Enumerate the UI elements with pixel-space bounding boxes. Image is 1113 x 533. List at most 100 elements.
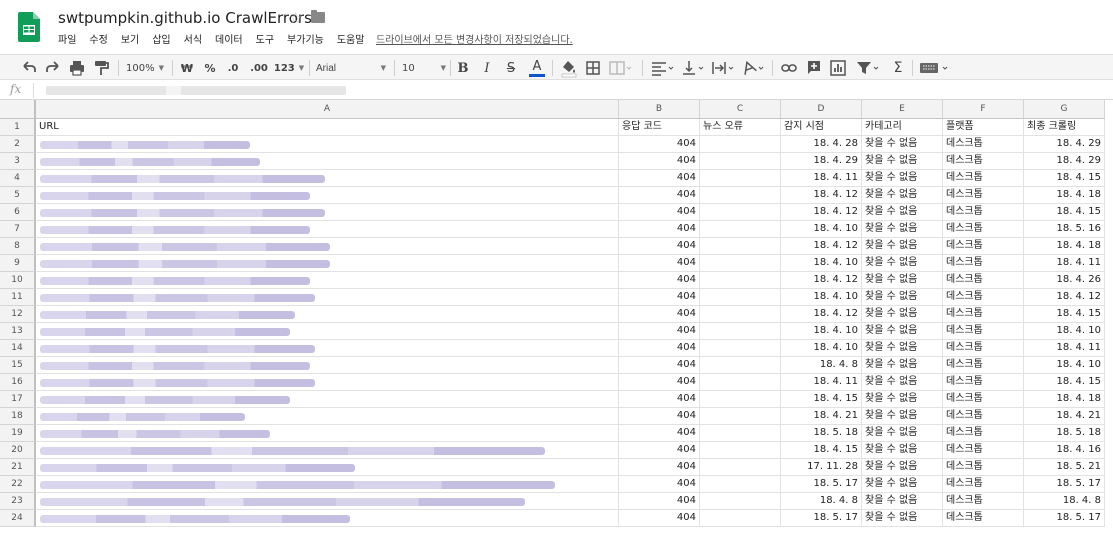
- table-cell[interactable]: 18. 5. 17: [781, 476, 862, 493]
- table-cell[interactable]: [700, 221, 781, 238]
- table-cell[interactable]: 데스크톱: [943, 255, 1024, 272]
- table-cell[interactable]: 18. 5. 17: [1024, 476, 1105, 493]
- header-cell[interactable]: URL: [36, 119, 619, 136]
- url-cell[interactable]: [36, 238, 619, 255]
- table-cell[interactable]: 18. 4. 10: [781, 255, 862, 272]
- italic-button[interactable]: I: [480, 58, 494, 78]
- table-cell[interactable]: 찾을 수 없음: [862, 153, 943, 170]
- table-cell[interactable]: 찾을 수 없음: [862, 136, 943, 153]
- row-header[interactable]: 11: [0, 289, 36, 306]
- strikethrough-button[interactable]: S: [504, 58, 518, 78]
- menu-item[interactable]: 부가기능: [287, 31, 324, 46]
- table-cell[interactable]: 18. 5. 17: [1024, 510, 1105, 527]
- table-cell[interactable]: [700, 493, 781, 510]
- table-cell[interactable]: 404: [619, 340, 700, 357]
- row-header[interactable]: 18: [0, 408, 36, 425]
- row-header[interactable]: 21: [0, 459, 36, 476]
- table-cell[interactable]: 찾을 수 없음: [862, 340, 943, 357]
- decrease-decimal-button[interactable]: .0: [224, 58, 242, 78]
- row-header[interactable]: 19: [0, 425, 36, 442]
- table-cell[interactable]: 찾을 수 없음: [862, 510, 943, 527]
- table-cell[interactable]: 데스크톱: [943, 425, 1024, 442]
- saved-status[interactable]: 드라이브에서 모든 변경사항이 저장되었습니다.: [376, 31, 573, 46]
- table-cell[interactable]: 찾을 수 없음: [862, 238, 943, 255]
- row-header[interactable]: 13: [0, 323, 36, 340]
- table-cell[interactable]: 404: [619, 323, 700, 340]
- row-header[interactable]: 7: [0, 221, 36, 238]
- table-cell[interactable]: [700, 136, 781, 153]
- table-cell[interactable]: 찾을 수 없음: [862, 289, 943, 306]
- row-header[interactable]: 1: [0, 119, 36, 136]
- percent-button[interactable]: %: [203, 58, 217, 78]
- font-select[interactable]: Arial ▼: [316, 58, 386, 78]
- text-color-button[interactable]: A: [528, 58, 546, 78]
- url-cell[interactable]: [36, 221, 619, 238]
- table-cell[interactable]: 404: [619, 306, 700, 323]
- header-cell[interactable]: 카테고리: [862, 119, 943, 136]
- table-cell[interactable]: 18. 4. 11: [1024, 340, 1105, 357]
- table-cell[interactable]: 18. 4. 21: [1024, 408, 1105, 425]
- url-cell[interactable]: [36, 459, 619, 476]
- table-cell[interactable]: [700, 510, 781, 527]
- menu-item[interactable]: 보기: [121, 31, 139, 46]
- table-cell[interactable]: 데스크톱: [943, 221, 1024, 238]
- url-cell[interactable]: [36, 289, 619, 306]
- url-cell[interactable]: [36, 510, 619, 527]
- column-header-g[interactable]: G: [1024, 100, 1105, 119]
- table-cell[interactable]: [700, 204, 781, 221]
- table-cell[interactable]: [700, 391, 781, 408]
- url-cell[interactable]: [36, 153, 619, 170]
- table-cell[interactable]: 18. 4. 16: [1024, 442, 1105, 459]
- row-header[interactable]: 15: [0, 357, 36, 374]
- table-cell[interactable]: 404: [619, 408, 700, 425]
- font-size-select[interactable]: 10 ▼: [402, 58, 446, 78]
- table-cell[interactable]: 데스크톱: [943, 391, 1024, 408]
- table-cell[interactable]: 데스크톱: [943, 493, 1024, 510]
- url-cell[interactable]: [36, 442, 619, 459]
- url-cell[interactable]: [36, 340, 619, 357]
- url-cell[interactable]: [36, 493, 619, 510]
- table-cell[interactable]: 데스크톱: [943, 476, 1024, 493]
- table-cell[interactable]: 찾을 수 없음: [862, 493, 943, 510]
- table-cell[interactable]: 404: [619, 289, 700, 306]
- table-cell[interactable]: 찾을 수 없음: [862, 170, 943, 187]
- borders-icon[interactable]: [584, 58, 602, 78]
- table-cell[interactable]: 18. 4. 12: [781, 204, 862, 221]
- menu-item[interactable]: 수정: [89, 31, 107, 46]
- vertical-align-icon[interactable]: [680, 58, 706, 78]
- row-header[interactable]: 14: [0, 340, 36, 357]
- menu-item[interactable]: 도움말: [337, 31, 365, 46]
- redo-icon[interactable]: [44, 58, 62, 78]
- table-cell[interactable]: 18. 4. 10: [1024, 323, 1105, 340]
- undo-icon[interactable]: [20, 58, 38, 78]
- table-cell[interactable]: 404: [619, 204, 700, 221]
- table-cell[interactable]: 404: [619, 272, 700, 289]
- merge-cells-icon[interactable]: [608, 58, 634, 78]
- row-header[interactable]: 17: [0, 391, 36, 408]
- table-cell[interactable]: 18. 4. 21: [781, 408, 862, 425]
- table-cell[interactable]: 데스크톱: [943, 204, 1024, 221]
- table-cell[interactable]: 18. 4. 18: [1024, 238, 1105, 255]
- table-cell[interactable]: 18. 4. 29: [1024, 136, 1105, 153]
- url-cell[interactable]: [36, 391, 619, 408]
- table-cell[interactable]: [700, 374, 781, 391]
- zoom-select[interactable]: 100% ▼: [126, 58, 164, 78]
- url-cell[interactable]: [36, 476, 619, 493]
- table-cell[interactable]: 데스크톱: [943, 170, 1024, 187]
- table-cell[interactable]: 18. 5. 18: [781, 425, 862, 442]
- row-header[interactable]: 6: [0, 204, 36, 221]
- document-title[interactable]: swtpumpkin.github.io CrawlErrors: [58, 9, 312, 27]
- table-cell[interactable]: 18. 4. 10: [781, 323, 862, 340]
- table-cell[interactable]: [700, 425, 781, 442]
- table-cell[interactable]: 404: [619, 357, 700, 374]
- table-cell[interactable]: 데스크톱: [943, 357, 1024, 374]
- table-cell[interactable]: 18. 4. 10: [781, 221, 862, 238]
- text-rotation-icon[interactable]: [740, 58, 766, 78]
- functions-icon[interactable]: Σ: [889, 58, 907, 78]
- row-header[interactable]: 3: [0, 153, 36, 170]
- url-cell[interactable]: [36, 255, 619, 272]
- insert-link-icon[interactable]: [780, 58, 798, 78]
- table-cell[interactable]: 18. 4. 8: [781, 357, 862, 374]
- table-cell[interactable]: 18. 4. 12: [781, 272, 862, 289]
- table-cell[interactable]: 404: [619, 221, 700, 238]
